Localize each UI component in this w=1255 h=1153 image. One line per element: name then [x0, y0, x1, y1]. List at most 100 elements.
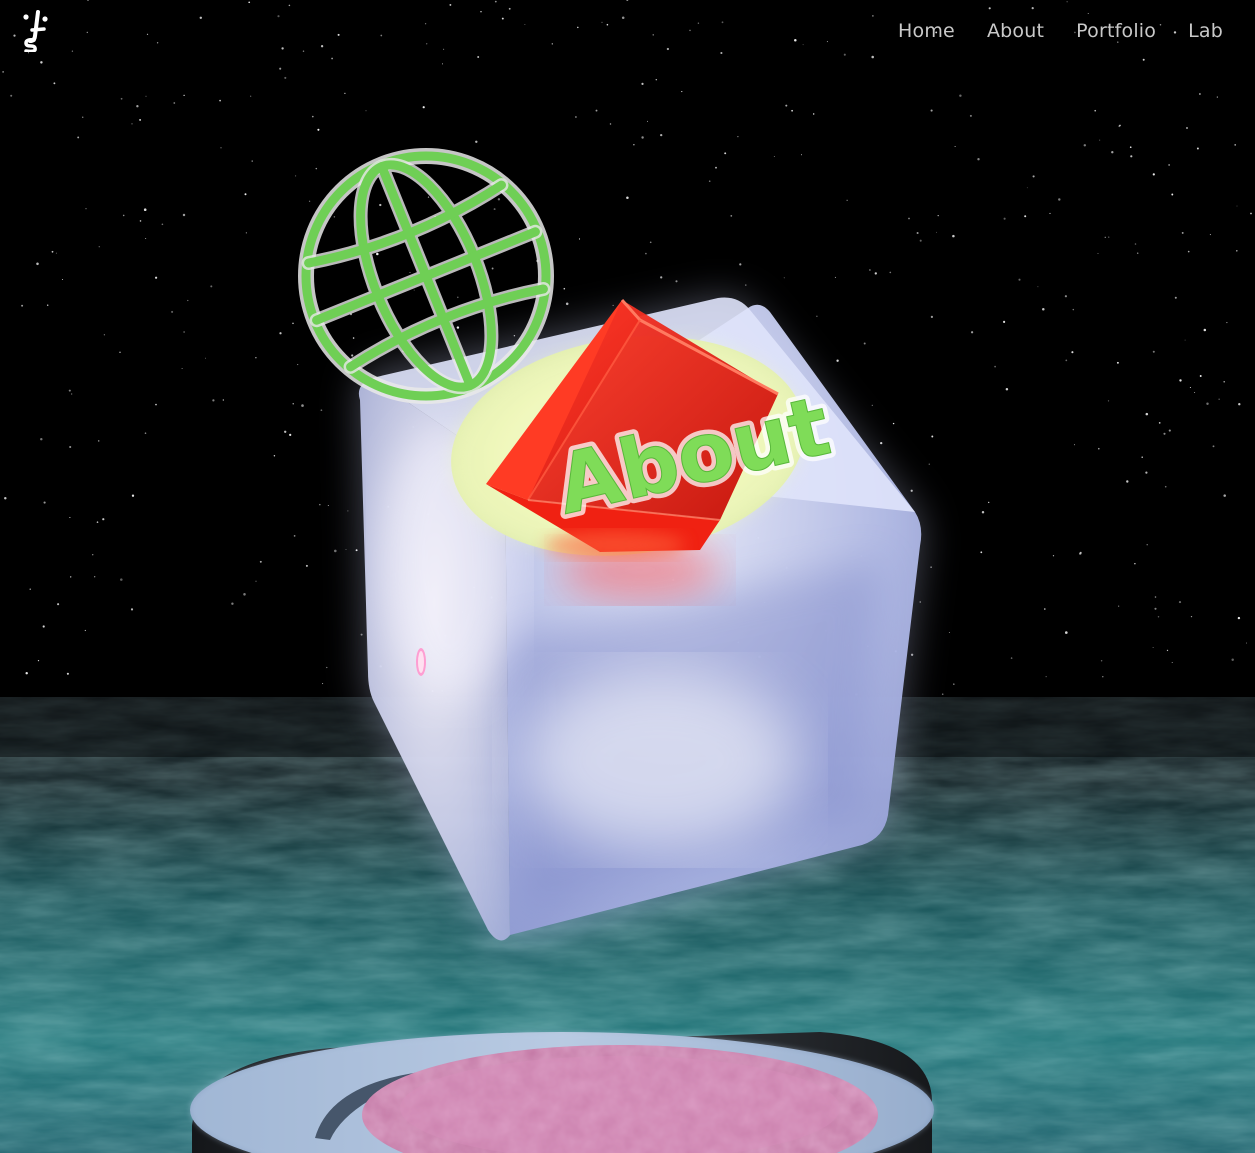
star	[1199, 375, 1202, 377]
star	[1152, 646, 1154, 648]
star	[1134, 563, 1136, 565]
star	[948, 632, 950, 633]
star	[66, 672, 69, 675]
star	[1072, 308, 1075, 311]
star	[1065, 359, 1068, 362]
star	[783, 277, 785, 279]
star	[319, 503, 321, 506]
star	[1003, 320, 1006, 323]
star	[222, 399, 224, 401]
star	[994, 365, 996, 368]
nav-link-portfolio[interactable]: Portfolio	[1076, 18, 1156, 44]
star	[475, 140, 478, 144]
star	[36, 262, 39, 266]
star	[1157, 616, 1160, 618]
star	[315, 167, 318, 170]
star	[182, 213, 186, 217]
star	[71, 393, 73, 395]
star	[1196, 147, 1199, 150]
star	[1044, 608, 1046, 610]
star	[1052, 555, 1055, 557]
star	[243, 593, 246, 596]
nav-link-about[interactable]: About	[987, 18, 1044, 44]
star	[1171, 662, 1173, 663]
star	[919, 239, 922, 242]
star	[85, 208, 87, 210]
star	[131, 123, 133, 125]
star	[1212, 445, 1215, 448]
star	[456, 326, 460, 329]
star	[1146, 544, 1148, 546]
nav-link-lab[interactable]: Lab	[1188, 18, 1223, 44]
star	[1071, 351, 1074, 354]
star	[655, 78, 658, 81]
star	[1065, 631, 1068, 634]
star	[708, 180, 711, 182]
star	[941, 693, 944, 695]
star	[119, 351, 121, 353]
star	[289, 433, 292, 437]
star	[785, 104, 788, 107]
star	[345, 549, 347, 550]
star	[1042, 307, 1045, 311]
star	[284, 430, 287, 433]
star	[1005, 387, 1009, 391]
star	[98, 245, 101, 248]
star	[245, 232, 247, 234]
3d-scene-canvas[interactable]: About About	[0, 0, 1255, 1153]
star	[1174, 296, 1177, 299]
star	[645, 252, 647, 255]
star	[183, 94, 185, 97]
star	[334, 549, 337, 553]
star	[365, 110, 367, 112]
nav-link-home[interactable]: Home	[898, 18, 955, 44]
star	[681, 91, 683, 93]
star	[379, 203, 382, 207]
star	[715, 166, 717, 169]
star	[801, 154, 802, 156]
star	[40, 437, 43, 441]
star	[145, 237, 147, 239]
star	[609, 123, 612, 125]
star	[84, 629, 86, 632]
star	[1238, 403, 1241, 406]
star	[1097, 252, 1099, 254]
star	[953, 683, 955, 685]
star	[626, 196, 629, 199]
star	[94, 576, 96, 578]
star	[649, 241, 652, 244]
star	[739, 263, 742, 266]
star	[2, 71, 4, 73]
star	[255, 580, 257, 582]
star	[351, 354, 354, 357]
star	[937, 214, 939, 217]
star	[139, 118, 142, 121]
star	[292, 403, 294, 405]
star	[919, 601, 921, 603]
star	[171, 310, 174, 313]
main-nav: Home About Portfolio Lab	[898, 18, 1223, 44]
js-monogram-logo-icon[interactable]	[18, 10, 54, 54]
star	[82, 116, 84, 118]
star	[161, 223, 164, 226]
star	[491, 267, 494, 270]
star	[1102, 676, 1104, 678]
star	[1049, 212, 1051, 214]
star	[1194, 391, 1196, 394]
star	[220, 147, 222, 149]
star	[1237, 616, 1241, 620]
star	[69, 445, 72, 449]
star	[863, 342, 866, 345]
star	[1245, 642, 1247, 644]
star	[250, 95, 252, 97]
star	[1083, 144, 1087, 147]
star	[21, 304, 24, 307]
star	[136, 105, 139, 108]
star	[910, 489, 913, 492]
star	[231, 602, 234, 605]
star	[1058, 198, 1061, 201]
star	[320, 409, 323, 412]
star	[1134, 243, 1137, 245]
star	[930, 566, 932, 568]
star	[892, 422, 895, 425]
